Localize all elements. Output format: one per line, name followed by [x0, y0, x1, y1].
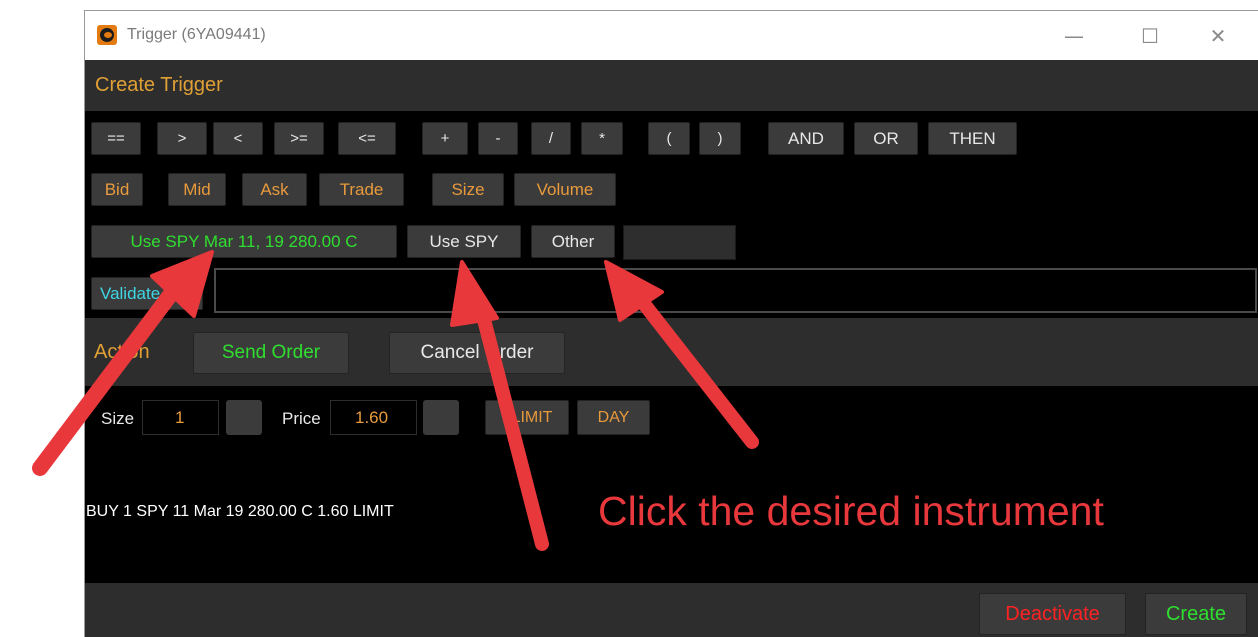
tif-button[interactable]: DAY — [577, 400, 650, 435]
other-instrument-button[interactable]: Other — [531, 225, 615, 258]
maximize-button[interactable]: ☐ — [1127, 20, 1173, 52]
title-bar: Trigger (6YA09441) — ☐ ✕ — [85, 11, 1258, 60]
price-field[interactable]: 1.60 — [330, 400, 417, 435]
create-trigger-title: Create Trigger — [95, 74, 223, 96]
action-label: Action — [94, 341, 150, 363]
field-bid-button[interactable]: Bid — [91, 173, 143, 206]
minimize-button[interactable]: — — [1051, 20, 1097, 52]
open-paren-button[interactable]: ( — [648, 122, 690, 155]
screenshot-stage: Trigger (6YA09441) — ☐ ✕ Create Trigger … — [0, 0, 1258, 637]
operator-less-button[interactable]: < — [213, 122, 263, 155]
field-mid-button[interactable]: Mid — [168, 173, 226, 206]
size-stepper[interactable] — [226, 400, 262, 435]
operator-equals-button[interactable]: == — [91, 122, 141, 155]
and-button[interactable]: AND — [768, 122, 844, 155]
operator-divide-button[interactable]: / — [531, 122, 571, 155]
footer-bar: Deactivate Create — [85, 583, 1258, 637]
app-logo-icon — [97, 25, 117, 45]
window-title: Trigger (6YA09441) — [127, 26, 266, 43]
create-button[interactable]: Create — [1145, 593, 1247, 635]
then-button[interactable]: THEN — [928, 122, 1017, 155]
operator-greater-equal-button[interactable]: >= — [274, 122, 324, 155]
close-paren-button[interactable]: ) — [699, 122, 741, 155]
use-underlying-button[interactable]: Use SPY — [407, 225, 521, 258]
field-trade-button[interactable]: Trade — [319, 173, 404, 206]
or-button[interactable]: OR — [854, 122, 918, 155]
create-trigger-header: Create Trigger — [85, 60, 1258, 111]
validate-button[interactable]: Validate — [91, 277, 203, 310]
close-button[interactable]: ✕ — [1195, 20, 1241, 52]
price-stepper[interactable] — [423, 400, 459, 435]
operator-multiply-button[interactable]: * — [581, 122, 623, 155]
operator-plus-button[interactable]: + — [422, 122, 468, 155]
operator-minus-button[interactable]: - — [478, 122, 518, 155]
action-band: Action Send Order Cancel Order — [85, 318, 1258, 386]
annotation-text: Click the desired instrument — [598, 488, 1104, 534]
order-summary: BUY 1 SPY 11 Mar 19 280.00 C 1.60 LIMIT — [86, 503, 394, 520]
trigger-formula-input[interactable] — [214, 268, 1257, 313]
other-instrument-field[interactable] — [623, 225, 736, 260]
use-option-instrument-button[interactable]: Use SPY Mar 11, 19 280.00 C — [91, 225, 397, 258]
size-label: Size — [101, 409, 135, 428]
trigger-window: Trigger (6YA09441) — ☐ ✕ Create Trigger … — [84, 10, 1258, 637]
cancel-order-button[interactable]: Cancel Order — [389, 332, 565, 374]
order-type-button[interactable]: LIMIT — [485, 400, 569, 435]
deactivate-button[interactable]: Deactivate — [979, 593, 1126, 635]
field-ask-button[interactable]: Ask — [242, 173, 307, 206]
send-order-button[interactable]: Send Order — [193, 332, 349, 374]
price-label: Price — [282, 409, 321, 428]
operator-less-equal-button[interactable]: <= — [338, 122, 396, 155]
field-volume-button[interactable]: Volume — [514, 173, 616, 206]
field-size-button[interactable]: Size — [432, 173, 504, 206]
size-field[interactable]: 1 — [142, 400, 219, 435]
operator-greater-button[interactable]: > — [157, 122, 207, 155]
